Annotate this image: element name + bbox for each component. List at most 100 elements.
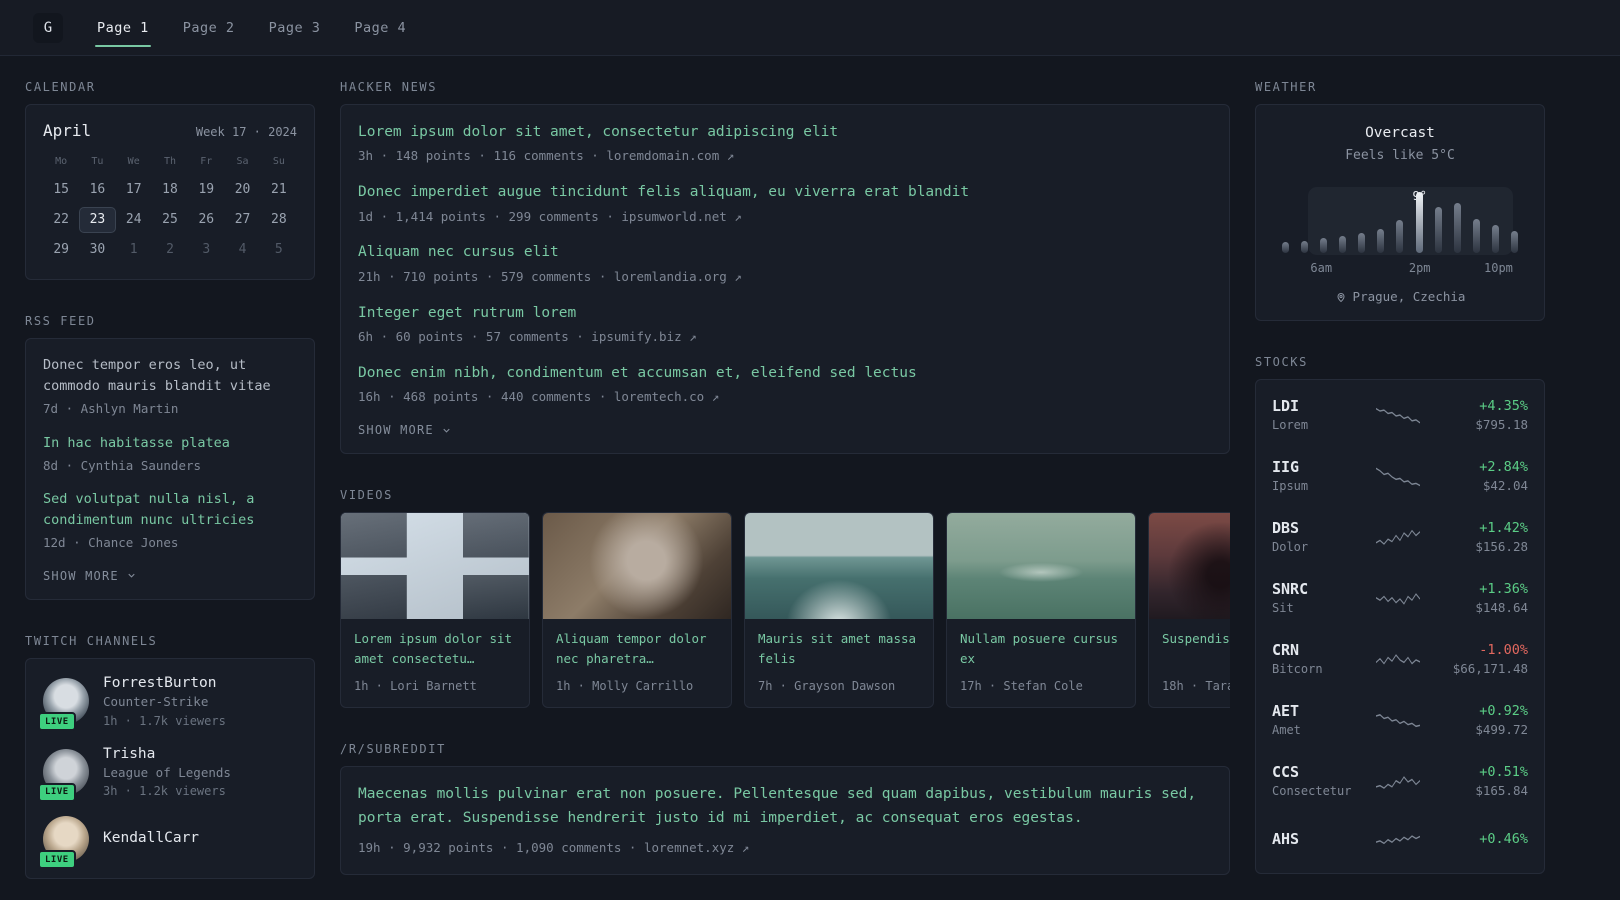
stock-change: +0.46% (1479, 830, 1528, 847)
video-thumbnail (341, 513, 529, 620)
weather-bar (1301, 241, 1309, 253)
rss-item: Donec tempor eros leo, ut commodo mauris… (43, 355, 297, 419)
stock-values: +0.92% $499.72 (1428, 703, 1528, 737)
twitch-channel-viewers: 1h · 1.7k viewers (103, 713, 226, 728)
video-card[interactable]: Mauris sit amet massa felis 7h · Grayson… (744, 512, 934, 709)
video-meta: 17h · Stefan Cole (960, 679, 1083, 694)
stock-ticker: SNRC (1272, 580, 1309, 598)
calendar-grid: Mo Tu We Th Fr Sa Su 15 16 17 18 19 20 21 22 23 24 25 26 27… (43, 152, 297, 263)
rss-item-title[interactable]: Sed volutpat nulla nisl, a condimentum n… (43, 489, 297, 531)
stock-change: +0.92% (1479, 702, 1528, 719)
stock-row: AET Amet +0.92% $499.72 (1272, 689, 1528, 750)
stock-name: Lorem (1272, 418, 1309, 432)
nav-tab[interactable]: Page 1 (95, 0, 151, 55)
live-badge: LIVE (38, 712, 76, 732)
stock-sparkline (1376, 407, 1420, 424)
stock-values: +4.35% $795.18 (1428, 398, 1528, 432)
stock-values: -1.00% $66,171.48 (1428, 642, 1528, 676)
hn-story-title[interactable]: Integer eget rutrum lorem (358, 302, 1212, 324)
rss-item-meta: 7d · Ashlyn Martin (43, 400, 179, 416)
weather-condition: Overcast (1365, 125, 1435, 141)
weather-location-row: Prague, Czechia (1272, 289, 1528, 304)
video-title: Nullam posuere cursus ex (960, 631, 1119, 667)
hn-story-title[interactable]: Aliquam nec cursus elit (358, 241, 1212, 263)
video-title: Aliquam tempor dolor nec pharetra… (556, 631, 707, 667)
weather-bar (1396, 220, 1404, 253)
videos-row: Lorem ipsum dolor sit amet consectetu… 1… (340, 512, 1230, 709)
hn-story-title[interactable]: Donec enim nibh, condimentum et accumsan… (358, 362, 1212, 384)
video-title: Lorem ipsum dolor sit amet consectetu… (354, 631, 513, 667)
rss-show-more-button[interactable]: SHOW MORE (43, 569, 137, 583)
calendar-day-header: Mo (55, 156, 68, 167)
right-column: WEATHER Overcast Feels like 5°C 9° 6am2p… (1255, 80, 1545, 879)
subreddit-post-title[interactable]: Maecenas mollis pulvinar erat non posuer… (358, 783, 1212, 831)
stock-values: +0.51% $165.84 (1428, 764, 1528, 798)
nav-tab-label: Page 3 (268, 19, 321, 36)
twitch-avatar: LIVE (38, 748, 89, 802)
stock-values: +2.84% $42.04 (1428, 459, 1528, 493)
app-logo[interactable]: G (33, 12, 63, 43)
twitch-channel[interactable]: LIVE KendallCarr (38, 816, 297, 870)
stock-row: DBS Dolor +1.42% $156.28 (1272, 506, 1528, 567)
calendar-day: 26 (198, 212, 215, 227)
calendar-month: April (43, 121, 92, 140)
hackernews-show-more-button[interactable]: SHOW MORE (358, 423, 452, 437)
hackernews-show-more-label: SHOW MORE (358, 423, 434, 438)
weather-bar (1434, 206, 1442, 253)
hn-story-title[interactable]: Lorem ipsum dolor sit amet, consectetur … (358, 121, 1212, 143)
subreddit-post-meta: 19h · 9,932 points · 1,090 comments · lo… (358, 839, 750, 855)
hn-story-title[interactable]: Donec imperdiet augue tincidunt felis al… (358, 181, 1212, 203)
calendar-day: 15 (53, 182, 69, 197)
stock-sparkline (1376, 467, 1420, 486)
hn-story-meta: 16h · 468 points · 440 comments · loremt… (358, 389, 720, 405)
video-card[interactable]: Suspendisse diam 18h · Tara (1148, 512, 1230, 709)
calendar-day: 22 (53, 212, 69, 227)
weather-bar (1282, 242, 1289, 253)
live-badge: LIVE (38, 850, 76, 870)
stock-ticker: CCS (1272, 763, 1300, 781)
page-tabs: Page 1 Page 2 Page 3 Page 4 (95, 0, 408, 55)
calendar-day: 5 (274, 242, 283, 257)
nav-tab[interactable]: Page 2 (181, 0, 237, 55)
stock-change: +1.36% (1479, 580, 1528, 597)
video-card[interactable]: Lorem ipsum dolor sit amet consectetu… 1… (340, 512, 530, 709)
calendar-day: 21 (271, 182, 287, 197)
stock-identity: IIG Ipsum (1272, 458, 1368, 493)
video-card[interactable]: Nullam posuere cursus ex 17h · Stefan Co… (946, 512, 1136, 709)
calendar-day: 29 (53, 242, 69, 257)
stock-values: +0.46% (1428, 831, 1528, 850)
twitch-channel[interactable]: LIVE Trisha League of Legends 3h · 1.2k … (38, 746, 297, 802)
calendar-day: 19 (198, 182, 215, 197)
twitch-channel-info: Trisha League of Legends 3h · 1.2k viewe… (103, 746, 231, 799)
stock-price: $66,171.48 (1452, 660, 1528, 676)
video-thumbnail (1149, 513, 1230, 620)
nav-tab[interactable]: Page 3 (267, 0, 323, 55)
stock-ticker: DBS (1272, 519, 1300, 537)
stock-change: +0.51% (1479, 763, 1528, 780)
nav-tab[interactable]: Page 4 (352, 0, 408, 55)
center-column: HACKER NEWS Lorem ipsum dolor sit amet, … (340, 80, 1230, 879)
twitch-channel-name: Trisha (103, 745, 156, 762)
video-thumbnail (947, 513, 1135, 620)
twitch-channel-game: Counter-Strike (103, 693, 209, 709)
hn-story: Donec imperdiet augue tincidunt felis al… (358, 181, 1212, 226)
weather-bar (1472, 218, 1480, 253)
video-card[interactable]: Aliquam tempor dolor nec pharetra… 1h · … (542, 512, 732, 709)
stocks-panel: LDI Lorem +4.35% $795.18 IIG Ipsum +2.84… (1255, 379, 1545, 874)
rss-item-title[interactable]: In hac habitasse platea (43, 433, 297, 454)
stock-price: $795.18 (1475, 416, 1528, 432)
calendar-day: 25 (162, 212, 178, 227)
rss-item-title[interactable]: Donec tempor eros leo, ut commodo mauris… (43, 355, 297, 397)
stock-sparkline (1376, 835, 1420, 845)
rss-item-meta: 12d · Chance Jones (43, 535, 179, 551)
video-title: Suspendisse diam (1162, 631, 1230, 647)
weather-bar (1320, 238, 1328, 253)
hn-story-meta: 21h · 710 points · 579 comments · loreml… (358, 268, 742, 284)
stock-values: +1.36% $148.64 (1428, 581, 1528, 615)
weather-chart: 9° 6am2pm10pm (1272, 187, 1528, 277)
weather-widget: WEATHER Overcast Feels like 5°C 9° 6am2p… (1255, 80, 1545, 321)
calendar-day: 18 (162, 182, 178, 197)
twitch-channel[interactable]: LIVE ForrestBurton Counter-Strike 1h · 1… (38, 675, 297, 732)
video-thumbnail (745, 513, 933, 620)
video-title: Mauris sit amet massa felis (758, 631, 917, 667)
